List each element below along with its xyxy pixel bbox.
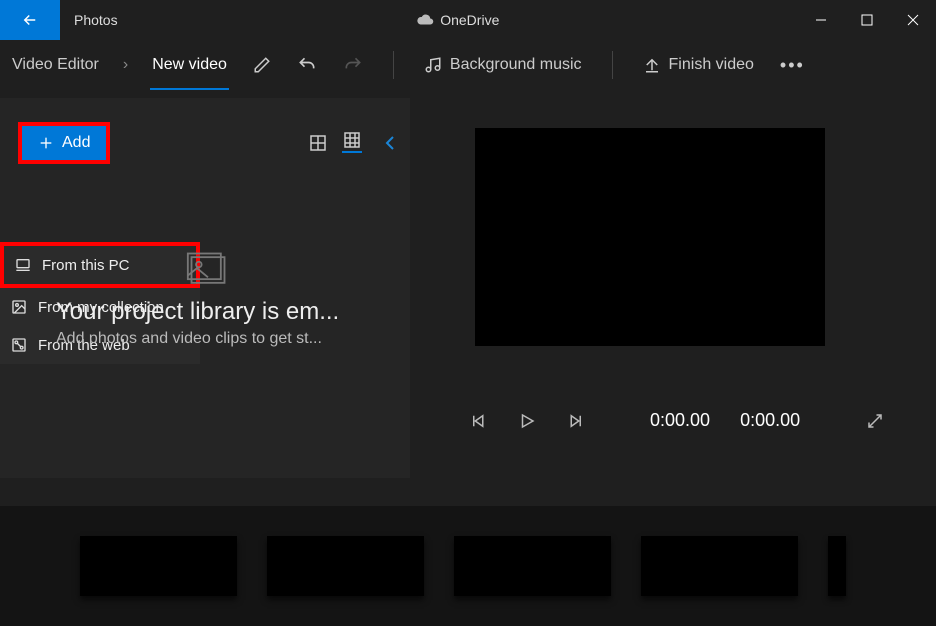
pencil-icon xyxy=(253,56,271,74)
play-button[interactable] xyxy=(518,412,536,430)
play-icon xyxy=(518,412,536,430)
rename-button[interactable] xyxy=(251,50,273,80)
project-title[interactable]: New video xyxy=(150,50,229,80)
plus-icon xyxy=(38,135,54,151)
onedrive-label: OneDrive xyxy=(440,12,499,28)
collapse-panel-button[interactable] xyxy=(384,135,396,151)
current-time: 0:00.00 xyxy=(650,410,710,431)
finish-video-button[interactable]: Finish video xyxy=(641,50,756,80)
music-icon xyxy=(424,56,442,74)
storyboard-strip[interactable] xyxy=(0,506,936,626)
more-button[interactable]: ••• xyxy=(778,49,807,82)
redo-icon xyxy=(343,55,363,75)
grid-small-button[interactable] xyxy=(342,133,362,153)
grid-2x2-icon xyxy=(310,135,326,151)
app-title: Photos xyxy=(74,12,118,28)
library-empty-subtitle: Add photos and video clips to get st... xyxy=(56,330,410,348)
prev-frame-button[interactable] xyxy=(470,412,488,430)
grid-large-button[interactable] xyxy=(308,133,328,153)
library-empty-title: Your project library is em... xyxy=(56,298,410,326)
redo-button[interactable] xyxy=(341,49,365,81)
export-icon xyxy=(643,56,661,74)
view-controls xyxy=(308,133,396,153)
arrow-left-icon xyxy=(21,11,39,29)
library-panel: Add Fr xyxy=(0,98,410,478)
storyboard-clip[interactable] xyxy=(641,536,798,596)
fullscreen-button[interactable] xyxy=(866,412,884,430)
window-controls xyxy=(798,0,936,40)
maximize-button[interactable] xyxy=(844,0,890,40)
separator xyxy=(612,51,613,79)
toolbar: Video Editor › New video Background musi… xyxy=(0,40,936,90)
add-button[interactable]: Add xyxy=(22,126,106,160)
storyboard-clip[interactable] xyxy=(80,536,237,596)
onedrive-status[interactable]: OneDrive xyxy=(416,12,499,28)
chevron-left-icon xyxy=(384,135,396,151)
cloud-icon xyxy=(416,14,434,26)
undo-button[interactable] xyxy=(295,49,319,81)
highlight-add: Add xyxy=(18,122,110,164)
main-area: Add Fr xyxy=(0,90,936,506)
undo-icon xyxy=(297,55,317,75)
grid-3x3-icon xyxy=(344,132,360,148)
next-frame-button[interactable] xyxy=(566,412,584,430)
expand-icon xyxy=(866,412,884,430)
background-music-label: Background music xyxy=(450,56,582,74)
titlebar: Photos OneDrive xyxy=(0,0,936,40)
separator xyxy=(393,51,394,79)
storyboard-clip[interactable] xyxy=(828,536,846,596)
add-label: Add xyxy=(62,134,90,152)
playback-controls: 0:00.00 0:00.00 xyxy=(470,410,884,431)
minimize-button[interactable] xyxy=(798,0,844,40)
finish-video-label: Finish video xyxy=(669,56,754,74)
step-forward-icon xyxy=(566,412,584,430)
step-back-icon xyxy=(470,412,488,430)
close-button[interactable] xyxy=(890,0,936,40)
back-button[interactable] xyxy=(0,0,60,40)
storyboard-clip[interactable] xyxy=(267,536,424,596)
library-empty-state: Your project library is em... Add photos… xyxy=(0,248,410,348)
total-time: 0:00.00 xyxy=(740,410,800,431)
background-music-button[interactable]: Background music xyxy=(422,50,584,80)
library-toolbar: Add xyxy=(0,98,410,178)
breadcrumb[interactable]: Video Editor xyxy=(10,50,101,80)
library-placeholder-icon xyxy=(186,248,410,292)
chevron-right-icon: › xyxy=(123,56,128,74)
storyboard-clip[interactable] xyxy=(454,536,611,596)
video-preview[interactable] xyxy=(475,128,825,346)
